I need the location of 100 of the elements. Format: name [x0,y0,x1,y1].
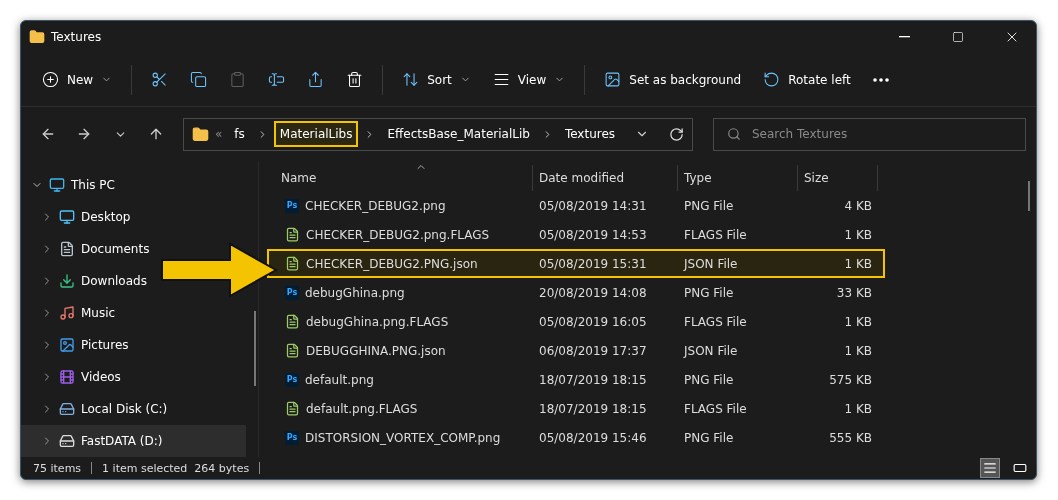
file-name: debugGhina.png.FLAGS [306,314,450,329]
column-header[interactable]: Date modified [533,165,678,191]
size-cell-text: 1 KB [843,343,873,358]
file-row[interactable]: DEBUGGHINA.PNG.json 06/08/2019 17:37 JSON File 1 KB [275,336,878,365]
size-cell-text: 555 KB [828,430,873,445]
folder-icon [29,29,45,45]
refresh-icon[interactable] [669,126,684,142]
search-icon [727,126,741,141]
column-header[interactable]: Name [275,165,533,191]
sidebar-item[interactable]: This PC [21,169,121,201]
file-row[interactable]: Ps debugGhina.png 20/08/2019 14:08 PNG File 33 KB [275,278,878,307]
type-cell-text: FLAGS File [683,401,748,416]
column-header[interactable]: Type [678,165,798,191]
sidebar-item[interactable]: Local Disk (C:) [21,393,174,425]
file-name: default.png [305,372,375,387]
scrollbar[interactable] [254,311,256,386]
plus-circle-icon [42,71,59,88]
file-name: CHECKER_DEBUG2.png.FLAGS [306,227,491,242]
file-row[interactable]: Ps CHECKER_DEBUG2.png 05/08/2019 14:31 PNG File 4 KB [275,191,878,220]
file-name: CHECKER_DEBUG2.PNG.json [306,256,479,271]
sidebar-label: Videos [81,370,121,384]
arrow-right-icon [76,126,92,142]
address-bar[interactable]: « fs MaterialLibs EffectsBase_MaterialLib Textures [183,117,693,151]
photoshop-file-icon: Ps [285,372,299,387]
breadcrumb[interactable]: EffectsBase_MaterialLib [381,121,536,147]
file-row[interactable]: CHECKER_DEBUG2.png.FLAGS 05/08/2019 14:53 FLAGS File 1 KB [275,220,878,249]
overflow-crumb[interactable]: « [215,127,223,141]
photoshop-file-icon: Ps [285,285,299,300]
sidebar-item[interactable]: Videos [21,361,127,393]
file-name: DISTORSION_VORTEX_COMP.png [305,430,502,445]
sidebar-item[interactable]: Documents [21,233,156,265]
file-row[interactable]: Ps default.png 18/07/2019 18:15 PNG File 575 KB [275,365,878,394]
file-row[interactable]: debugGhina.png.FLAGS 05/08/2019 16:05 FLAGS File 1 KB [275,307,878,336]
sidebar-label: FastDATA (D:) [81,434,163,448]
sidebar-label: Downloads [81,274,147,288]
text-file-icon [285,343,300,358]
size-cell-text: 1 KB [843,314,873,329]
item-count: 75 items [33,461,82,475]
details-view-button[interactable] [980,458,1000,478]
drive-icon [59,433,75,449]
folder-icon [192,125,209,143]
sidebar-item[interactable]: Downloads [21,265,153,297]
sidebar-item[interactable]: Music [21,297,122,329]
sidebar-label: Desktop [81,210,131,224]
size-cell-text: 1 KB [843,401,873,416]
window-title: Textures [51,30,103,44]
text-file-icon [285,314,300,329]
monitor-icon [49,177,65,193]
file-name: debugGhina.png [305,285,406,300]
breadcrumb[interactable]: Textures [558,121,622,147]
date-cell-text: 18/07/2019 18:15 [538,401,648,416]
file-name: default.png.FLAGS [306,401,419,416]
size-cell-text: 1 KB [843,256,873,271]
document-icon [59,241,75,257]
more-icon [872,77,889,82]
file-row[interactable]: CHECKER_DEBUG2.PNG.json 05/08/2019 15:31 JSON File 1 KB [267,249,885,278]
arrow-left-icon [40,126,56,142]
file-name: CHECKER_DEBUG2.png [305,198,447,213]
scrollbar[interactable] [1028,181,1030,211]
type-cell-text: PNG File [683,285,735,300]
trash-icon [346,71,364,88]
music-note-icon [59,305,75,321]
date-cell-text: 18/07/2019 18:15 [538,372,648,387]
share-icon [307,71,325,88]
type-cell-text: PNG File [683,372,735,387]
type-cell-text: PNG File [683,198,735,213]
file-row[interactable]: default.png.FLAGS 18/07/2019 18:15 FLAGS File 1 KB [275,394,878,423]
background-button[interactable]: Set as background [595,62,751,97]
sidebar-item[interactable]: Desktop [21,201,137,233]
size-cell-text: 33 KB [835,285,873,300]
file-name: DEBUGGHINA.PNG.json [306,343,447,358]
search-field[interactable]: Search Textures [713,117,1026,151]
sidebar-label: This PC [71,178,115,192]
new-button[interactable]: New [33,62,122,97]
column-header[interactable]: Size [798,165,878,191]
sort-button[interactable]: Sort [393,62,480,97]
maximize-icon [952,31,964,43]
breadcrumb[interactable]: fs [228,121,251,147]
sidebar-item[interactable]: Pictures [21,329,135,361]
text-file-icon [285,401,300,416]
breadcrumb[interactable]: MaterialLibs [273,121,359,147]
scissors-icon [151,71,169,88]
size-cell-text: 575 KB [828,372,873,387]
sidebar-item[interactable]: FastDATA (D:) [21,425,246,457]
view-button[interactable]: View [483,62,575,97]
copy-icon [190,71,208,88]
lines-icon [492,71,510,88]
size-cell-text: 4 KB [843,198,873,213]
type-cell-text: JSON File [682,343,739,358]
picture-frame-icon [604,71,622,88]
date-cell-text: 05/08/2019 15:46 [538,430,648,445]
lines-icon [983,461,997,475]
type-cell-text: PNG File [683,430,735,445]
sidebar-label: Local Disk (C:) [81,402,168,416]
rotate-button[interactable]: Rotate left [754,62,860,97]
date-cell-text: 06/08/2019 17:37 [538,343,648,358]
file-row[interactable]: Ps DISTORSION_VORTEX_COMP.png 05/08/2019 15:46 PNG File 555 KB [275,423,878,452]
text-cursor-icon [268,71,286,88]
sidebar-label: Documents [81,242,150,256]
clipboard-icon [229,71,247,88]
